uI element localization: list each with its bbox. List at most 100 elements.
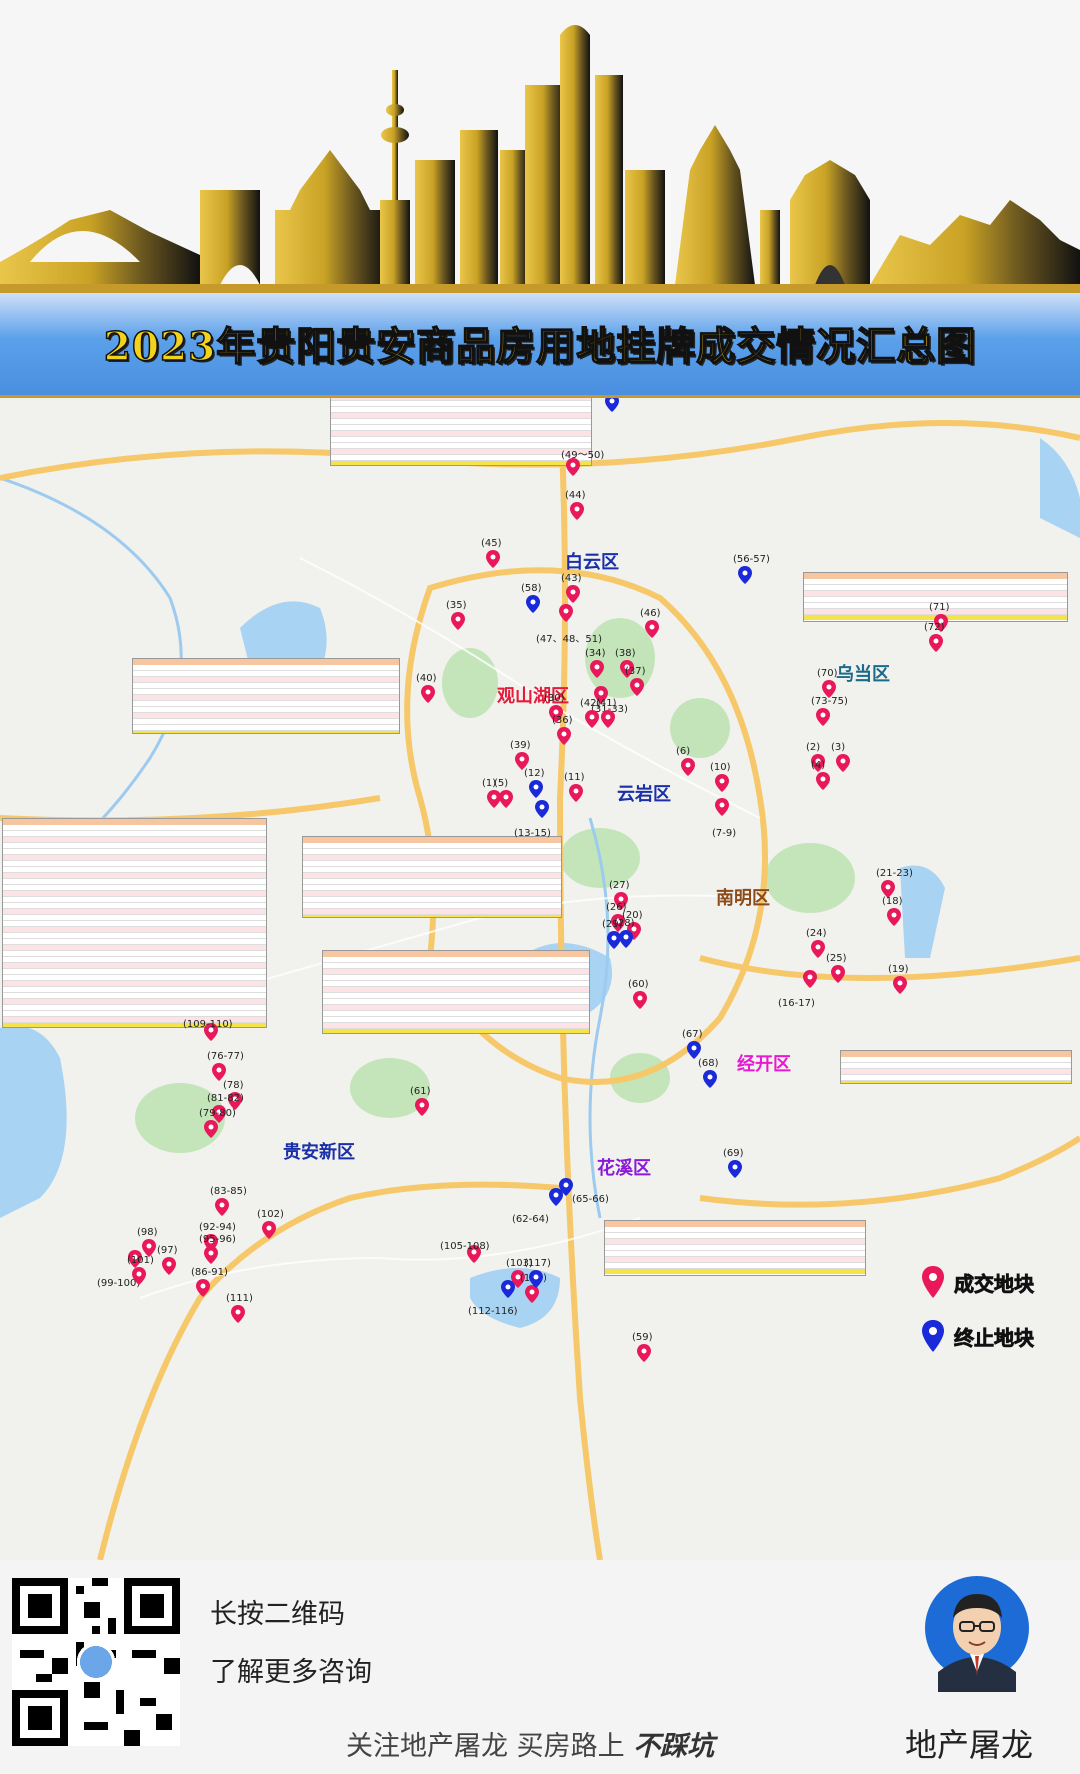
map-pin-red-icon[interactable]: [557, 727, 571, 745]
deal-plot-label: (70): [817, 668, 838, 679]
deal-plot-label: (78): [223, 1080, 244, 1091]
deal-plot-label: (92-94): [199, 1222, 236, 1233]
map-pin-red-icon[interactable]: [569, 784, 583, 802]
deal-plot-label: (21-23): [876, 868, 913, 879]
deal-plot-label: (30): [544, 693, 565, 704]
map-pin-red-icon[interactable]: [803, 970, 817, 988]
terminated-plot-label: (62-64): [512, 1214, 549, 1225]
deal-plot-label: (41): [596, 698, 617, 709]
map-pin-blue-icon[interactable]: [549, 1188, 563, 1206]
deal-plot-label: (19): [888, 964, 909, 975]
terminated-plot-label: (65-66): [572, 1194, 609, 1205]
map-pin-red-icon[interactable]: [637, 1344, 651, 1362]
map-pin-red-icon[interactable]: [715, 798, 729, 816]
map-pin-red-icon[interactable]: [645, 620, 659, 638]
footer-consult: 了解更多咨询: [210, 1657, 372, 1688]
data-table-image: [604, 1220, 866, 1276]
terminated-plot-label: (28): [614, 918, 635, 929]
deal-plot-label: (5): [494, 778, 509, 789]
map-pin-red-icon[interactable]: [132, 1267, 146, 1285]
map-pin-red-icon[interactable]: [204, 1246, 218, 1264]
map-pin-blue-icon: [922, 1320, 944, 1352]
map-pin-red-icon[interactable]: [601, 710, 615, 728]
deal-plot-label: (44): [565, 490, 586, 501]
map-pin-red-icon[interactable]: [893, 976, 907, 994]
map-pin-red-icon[interactable]: [816, 772, 830, 790]
terminated-plot-label: (68): [698, 1058, 719, 1069]
deal-plot-label: (102): [257, 1209, 284, 1220]
map-pin-red-icon[interactable]: [681, 758, 695, 776]
map-pin-red-icon[interactable]: [570, 502, 584, 520]
map-pin-blue-icon[interactable]: [501, 1280, 515, 1298]
map-pin-blue-icon[interactable]: [535, 800, 549, 818]
map-pin-blue-icon[interactable]: [529, 780, 543, 798]
page-title: 2023年贵阳贵安商品房用地挂牌成交情况汇总图: [103, 323, 977, 371]
deal-plot-label: (60): [628, 979, 649, 990]
map-pin-red-icon[interactable]: [212, 1063, 226, 1081]
map-pin-blue-icon[interactable]: [703, 1070, 717, 1088]
deal-plot-label: (43): [561, 573, 582, 584]
map-pin-red-icon[interactable]: [929, 634, 943, 652]
slogan-stamp: 不踩坑: [633, 1731, 715, 1762]
deal-plot-label: (105-108): [440, 1241, 490, 1252]
deal-plot-label: (7-9): [712, 828, 737, 839]
map-area[interactable]: 白云区 乌当区 观山湖区 云岩区 南明区 经开区 贵安新区 花溪区 (49～50…: [0, 398, 1080, 1560]
slogan-text: 关注地产屠龙 买房路上: [346, 1731, 625, 1762]
deal-plot-label: (76-77): [207, 1051, 244, 1062]
map-pin-blue-icon[interactable]: [605, 398, 619, 412]
map-pin-blue-icon[interactable]: [526, 595, 540, 613]
map-pin-red-icon[interactable]: [421, 685, 435, 703]
map-pin-red-icon[interactable]: [585, 710, 599, 728]
deal-plot-label: (2): [806, 742, 821, 753]
qr-code-icon[interactable]: [12, 1578, 180, 1746]
deal-plot-label: (6): [676, 746, 691, 757]
deal-plot-label: (24): [806, 928, 827, 939]
terminated-plot-label: (117): [524, 1258, 551, 1269]
district-label-guian: 贵安新区: [283, 1142, 355, 1163]
map-pin-red-icon[interactable]: [811, 940, 825, 958]
map-pin-red-icon[interactable]: [633, 991, 647, 1009]
deal-plot-label: (83-85): [210, 1186, 247, 1197]
map-pin-red-icon[interactable]: [486, 550, 500, 568]
map-pin-red-icon[interactable]: [215, 1198, 229, 1216]
map-pin-red-icon[interactable]: [415, 1098, 429, 1116]
terminated-plot-label: (58): [521, 583, 542, 594]
map-pin-blue-icon[interactable]: [738, 566, 752, 584]
map-pin-blue-icon[interactable]: [728, 1160, 742, 1178]
title-band: 2023年贵阳贵安商品房用地挂牌成交情况汇总图: [0, 290, 1080, 398]
footer: 长按二维码 了解更多咨询 关注地产屠龙 买房路上 不踩坑 地产屠龙: [0, 1560, 1080, 1774]
deal-plot-label: (39): [510, 740, 531, 751]
avatar: [925, 1576, 1029, 1692]
map-pin-red-icon[interactable]: [499, 790, 513, 808]
terminated-plot-label: (67): [682, 1029, 703, 1040]
map-pin-red-icon[interactable]: [630, 678, 644, 696]
map-pin-blue-icon[interactable]: [619, 930, 633, 948]
deal-plot-label: (81-82): [207, 1093, 244, 1104]
deal-plot-label: (37): [625, 666, 646, 677]
deal-plot-label: (109-110): [183, 1019, 233, 1030]
map-pin-red-icon[interactable]: [836, 754, 850, 772]
map-pin-red-icon[interactable]: [262, 1221, 276, 1239]
map-pin-red-icon[interactable]: [816, 708, 830, 726]
deal-plot-label: (97): [157, 1245, 178, 1256]
map-pin-red-icon[interactable]: [566, 585, 580, 603]
map-pin-red-icon[interactable]: [831, 965, 845, 983]
map-pin-red-icon[interactable]: [231, 1305, 245, 1323]
map-pin-blue-icon[interactable]: [687, 1041, 701, 1059]
map-pin-blue-icon[interactable]: [529, 1270, 543, 1288]
deal-plot-label: (36): [552, 715, 573, 726]
map-pin-red-icon[interactable]: [451, 612, 465, 630]
district-label-jingkai: 经开区: [737, 1054, 791, 1075]
map-pin-red-icon[interactable]: [196, 1279, 210, 1297]
deal-plot-label: (86-91): [191, 1267, 228, 1278]
district-label-huaxi: 花溪区: [597, 1158, 651, 1179]
map-pin-red-icon[interactable]: [204, 1120, 218, 1138]
map-pin-red-icon[interactable]: [715, 774, 729, 792]
map-pin-red-icon[interactable]: [887, 908, 901, 926]
district-label-baiyun: 白云区: [565, 552, 619, 573]
map-pin-red-icon[interactable]: [162, 1257, 176, 1275]
map-pin-red-icon[interactable]: [559, 604, 573, 622]
map-pin-red-icon[interactable]: [590, 660, 604, 678]
deal-plot-label: (79-80): [199, 1108, 236, 1119]
terminated-plot-label: (69): [723, 1148, 744, 1159]
